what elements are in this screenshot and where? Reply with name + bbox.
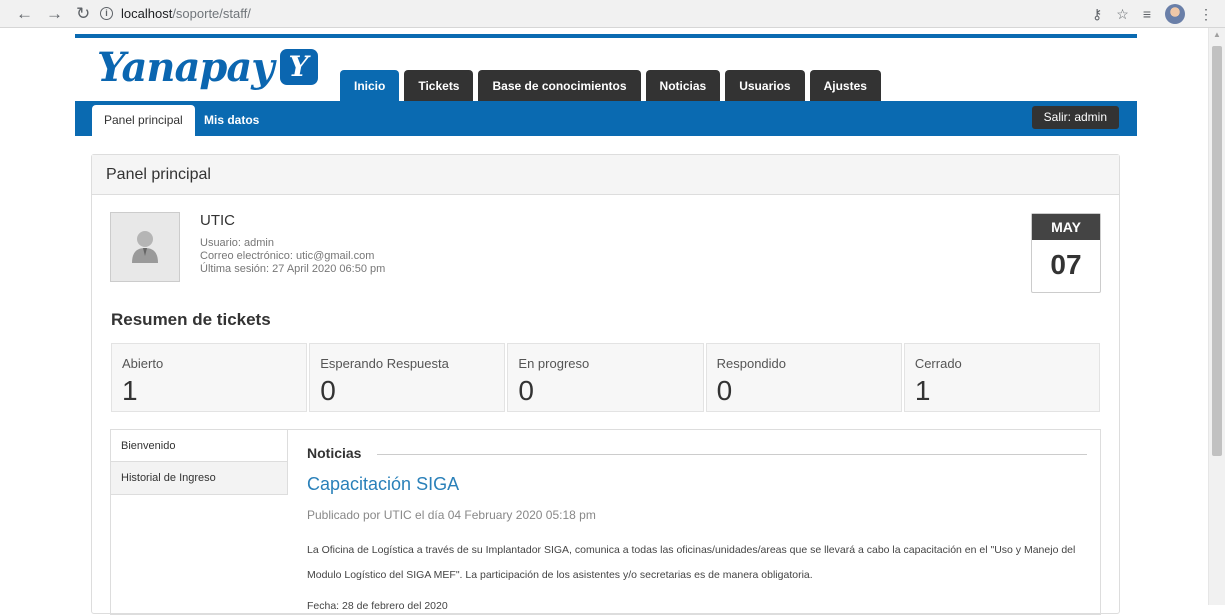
key-icon[interactable]: ⚷ xyxy=(1092,6,1102,23)
tab-noticias[interactable]: Noticias xyxy=(645,70,721,102)
news-body: La Oficina de Logística a través de su I… xyxy=(307,544,1076,581)
news-date: Fecha: 28 de febrero del 2020 xyxy=(307,600,448,612)
stat-value: 0 xyxy=(320,375,336,406)
user-avatar xyxy=(110,212,180,282)
logo-text: Yanapay xyxy=(97,43,274,91)
page: Yanapay Y Inicio Tickets Base de conocim… xyxy=(75,28,1137,615)
stat-value: 1 xyxy=(122,375,138,406)
back-arrow-icon[interactable]: ← xyxy=(16,4,33,24)
url-path: /soporte/staff/ xyxy=(172,5,251,21)
stat-label: Abierto xyxy=(122,356,164,371)
profile-avatar-icon[interactable] xyxy=(1165,4,1185,24)
tab-base-conocimientos[interactable]: Base de conocimientos xyxy=(478,70,641,102)
side-tab-bienvenido[interactable]: Bienvenido xyxy=(110,429,288,462)
user-name: UTIC xyxy=(200,212,235,229)
url-host: localhost xyxy=(121,5,173,21)
subtab-panel-principal[interactable]: Panel principal xyxy=(92,105,195,136)
user-silhouette-icon xyxy=(132,231,158,263)
date-month: MAY xyxy=(1032,214,1100,240)
top-accent-bar xyxy=(75,34,1137,38)
user-username: Usuario: admin xyxy=(200,237,274,249)
side-tab-historial-ingreso[interactable]: Historial de Ingreso xyxy=(110,462,288,495)
stat-value: 0 xyxy=(716,375,733,406)
ticket-summary-title: Resumen de tickets xyxy=(111,310,271,329)
stat-abierto[interactable]: Abierto 1 xyxy=(111,343,308,412)
address-bar[interactable]: i localhost/soporte/staff/ xyxy=(100,2,251,24)
tab-ajustes[interactable]: Ajustes xyxy=(809,70,881,102)
ticket-stats: Abierto 1 Esperando Respuesta 0 En progr… xyxy=(111,343,1101,412)
stat-respondido[interactable]: Respondido 0 xyxy=(705,343,902,412)
logo[interactable]: Yanapay Y xyxy=(97,42,318,92)
panel-title: Panel principal xyxy=(92,155,1119,195)
news-byline: Publicado por UTIC el día 04 February 20… xyxy=(307,508,596,522)
logout-button[interactable]: Salir: admin xyxy=(1031,106,1119,129)
scrollbar[interactable]: ▲ xyxy=(1208,28,1225,605)
tab-inicio[interactable]: Inicio xyxy=(340,70,400,102)
info-section: Bienvenido Historial de Ingreso Noticias… xyxy=(110,429,1101,615)
logo-badge: Y xyxy=(279,49,318,85)
dashboard-panel: Panel principal UTIC Usuario: admin Corr… xyxy=(91,154,1120,615)
divider xyxy=(377,453,1087,455)
browser-toolbar: ← → ↻ i localhost/soporte/staff/ ⚷ ☆ ≡ ⋮ xyxy=(0,0,1225,28)
stat-esperando-respuesta[interactable]: Esperando Respuesta 0 xyxy=(309,343,506,412)
reload-icon[interactable]: ↻ xyxy=(76,4,90,24)
stat-cerrado[interactable]: Cerrado 1 xyxy=(903,343,1101,412)
side-tabs: Bienvenido Historial de Ingreso xyxy=(110,429,288,495)
stat-label: Esperando Respuesta xyxy=(320,356,449,371)
more-menu-icon[interactable]: ⋮ xyxy=(1199,6,1213,23)
tab-usuarios[interactable]: Usuarios xyxy=(725,70,805,102)
stat-label: En progreso xyxy=(518,356,590,371)
main-nav: Inicio Tickets Base de conocimientos Not… xyxy=(340,70,881,102)
news-title-link[interactable]: Capacitación SIGA xyxy=(307,474,1087,495)
scrollbar-thumb[interactable] xyxy=(1212,46,1222,456)
user-email: Correo electrónico: utic@gmail.com xyxy=(200,250,375,262)
forward-arrow-icon[interactable]: → xyxy=(46,4,63,24)
info-icon[interactable]: i xyxy=(100,6,113,20)
playlist-icon[interactable]: ≡ xyxy=(1143,6,1151,22)
sub-nav: Panel principal Mis datos Salir: admin xyxy=(75,101,1137,136)
stat-label: Respondido xyxy=(716,356,786,371)
tab-tickets[interactable]: Tickets xyxy=(404,70,474,102)
stat-value: 0 xyxy=(518,375,534,406)
user-last-session: Última sesión: 27 April 2020 06:50 pm xyxy=(200,263,386,275)
date-day: 07 xyxy=(1050,249,1082,280)
scroll-up-icon[interactable]: ▲ xyxy=(1213,30,1221,39)
stat-label: Cerrado xyxy=(914,356,962,371)
subtab-mis-datos[interactable]: Mis datos xyxy=(192,105,271,136)
stat-value: 1 xyxy=(914,375,931,406)
news-section-title: Noticias xyxy=(307,445,362,461)
news-header: Noticias xyxy=(307,445,1087,461)
date-widget: MAY 07 xyxy=(1031,213,1101,293)
star-icon[interactable]: ☆ xyxy=(1116,6,1129,23)
news-content: Noticias Capacitación SIGA Publicado por… xyxy=(307,430,1087,612)
stat-en-progreso[interactable]: En progreso 0 xyxy=(507,343,704,412)
